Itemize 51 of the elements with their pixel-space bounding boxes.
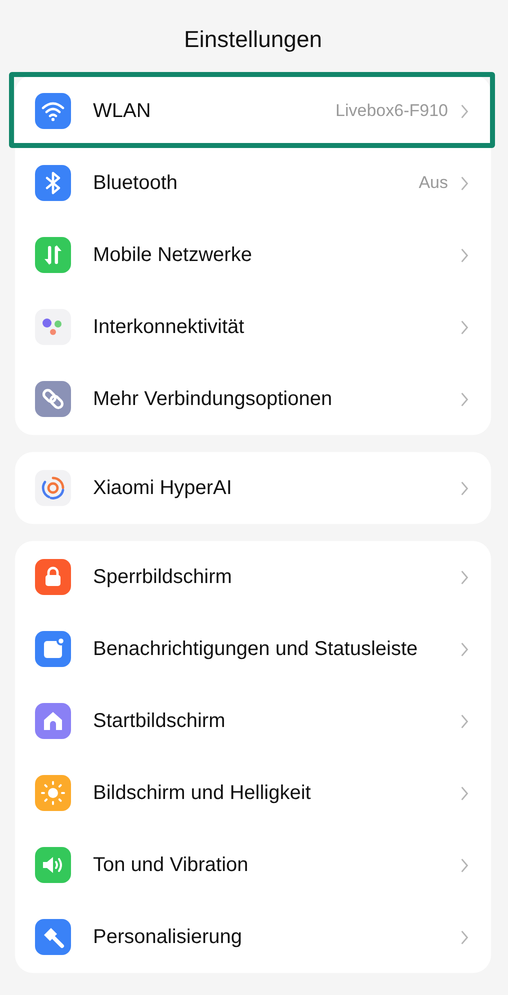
item-label: WLAN [93, 99, 152, 124]
lock-icon [35, 559, 71, 595]
settings-item[interactable]: Sperrbildschirm [15, 541, 491, 613]
dots-icon [35, 309, 71, 345]
swirl-icon [35, 470, 71, 506]
chevron-icon [460, 174, 469, 192]
brush-icon [35, 919, 71, 955]
item-label: Mehr Verbindungsoptionen [93, 387, 334, 412]
settings-item[interactable]: Mobile Netzwerke [15, 219, 491, 291]
item-value: Aus [418, 173, 448, 193]
settings-item[interactable]: Benachrichtigungen und Statusleiste [15, 613, 491, 685]
item-label: Startbildschirm [93, 709, 226, 734]
sun-icon [35, 775, 71, 811]
chevron-icon [460, 102, 469, 120]
arrows-icon [35, 237, 71, 273]
item-label: Sperrbildschirm [93, 565, 233, 590]
chevron-icon [460, 568, 469, 586]
item-label: Benachrichtigungen und Statusleiste [93, 637, 419, 662]
settings-item[interactable]: Xiaomi HyperAI [15, 452, 491, 524]
settings-item[interactable]: WLAN Livebox6-F910 [15, 75, 491, 147]
item-value: Livebox6-F910 [336, 101, 448, 121]
chevron-icon [460, 712, 469, 730]
chevron-icon [460, 480, 469, 496]
link-icon [35, 381, 71, 417]
item-label: Personalisierung [93, 925, 243, 950]
chevron-icon [460, 856, 469, 874]
settings-item[interactable]: Interkonnektivität [15, 291, 491, 363]
chevron-icon [460, 318, 469, 336]
speaker-icon [35, 847, 71, 883]
bluetooth-icon [35, 165, 71, 201]
item-label: Mobile Netzwerke [93, 243, 253, 268]
item-label: Bluetooth [93, 171, 179, 196]
item-label: Ton und Vibration [93, 853, 250, 878]
item-label: Xiaomi HyperAI [93, 476, 233, 501]
settings-item[interactable]: Mehr Verbindungsoptionen [15, 363, 491, 435]
settings-item[interactable]: Bildschirm und Helligkeit [15, 757, 491, 829]
notification-icon [35, 631, 71, 667]
item-label: Interkonnektivität [93, 315, 246, 340]
chevron-icon [460, 640, 469, 658]
chevron-icon [460, 784, 469, 802]
wifi-icon [35, 93, 71, 129]
chevron-icon [460, 928, 469, 946]
page-title: Einstellungen [182, 25, 324, 54]
chevron-icon [460, 246, 469, 264]
item-label: Bildschirm und Helligkeit [93, 781, 312, 806]
settings-item[interactable]: Personalisierung [15, 901, 491, 973]
settings-item[interactable]: Ton und Vibration [15, 829, 491, 901]
settings-item[interactable]: Startbildschirm [15, 685, 491, 757]
home-icon [35, 703, 71, 739]
settings-item[interactable]: Bluetooth Aus [15, 147, 491, 219]
chevron-icon [460, 390, 469, 408]
